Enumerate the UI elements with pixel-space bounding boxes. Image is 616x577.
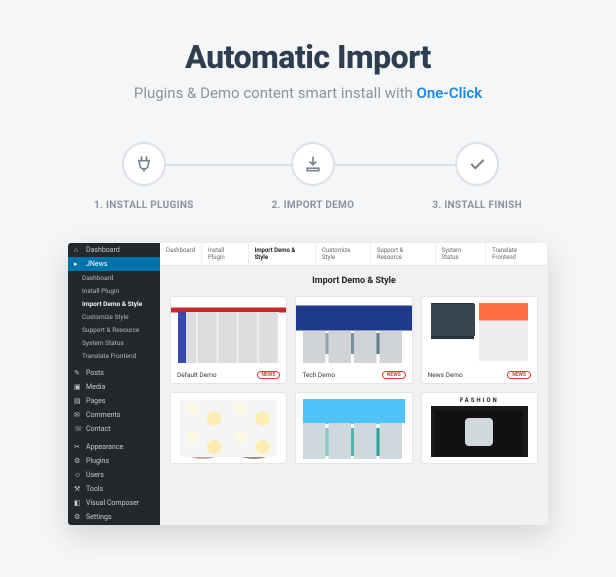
- step-label: 1. INSTALL PLUGINS: [94, 200, 194, 211]
- sidebar-sub-translate[interactable]: Translate Frontend: [68, 349, 160, 362]
- sidebar-sub-import-demo[interactable]: Import Demo & Style: [68, 297, 160, 310]
- demo-thumb: [171, 393, 286, 463]
- sidebar-item-label: Dashboard: [86, 246, 120, 254]
- download-icon: [291, 142, 335, 186]
- media-icon: ▣: [74, 383, 82, 391]
- demo-thumb: [422, 393, 537, 463]
- wp-sidebar: ⌂ Dashboard ▸ JNews Dashboard Install Plug…: [68, 243, 160, 525]
- tab-translate[interactable]: Translate Frontend: [486, 243, 548, 265]
- demo-card-news[interactable]: News Demo NEWS: [421, 296, 538, 384]
- step-install-finish: 3. INSTALL FINISH: [432, 142, 522, 211]
- sidebar-item-label: JNews: [86, 260, 107, 268]
- dashboard-icon: ⌂: [74, 246, 82, 254]
- demo-badge: NEWS: [382, 371, 406, 379]
- plug-icon: [122, 142, 166, 186]
- sidebar-item-jnews[interactable]: ▸ JNews: [68, 257, 160, 271]
- sidebar-item-vc[interactable]: ◧ Visual Composer: [68, 496, 160, 510]
- page-subtitle: Plugins & Demo content smart install wit…: [0, 84, 616, 102]
- demo-card-food[interactable]: [170, 392, 287, 464]
- page-icon: ▤: [74, 397, 82, 405]
- tab-dashboard[interactable]: Dashboard: [160, 243, 202, 265]
- user-icon: ☺: [74, 471, 82, 479]
- sidebar-item-media[interactable]: ▣ Media: [68, 380, 160, 394]
- settings-icon: ⚙: [74, 513, 82, 521]
- sidebar-item-tools[interactable]: ⚒ Tools: [68, 482, 160, 496]
- sidebar-item-comments[interactable]: ✉ Comments: [68, 408, 160, 422]
- wp-content: Dashboard Install Plugin Import Demo & S…: [160, 243, 548, 525]
- wp-tabs: Dashboard Install Plugin Import Demo & S…: [160, 243, 548, 266]
- panel-heading: Import Demo & Style: [160, 266, 548, 296]
- sidebar-item-label: Appearance: [86, 443, 123, 451]
- contact-icon: ☏: [74, 425, 82, 433]
- sidebar-item-label: Plugins: [86, 457, 109, 465]
- demo-card-tech[interactable]: Tech Demo NEWS: [295, 296, 412, 384]
- step-label: 3. INSTALL FINISH: [432, 200, 522, 211]
- sidebar-item-label: Settings: [86, 513, 112, 521]
- steps-row: 1. INSTALL PLUGINS 2. IMPORT DEMO 3. INS…: [0, 142, 616, 211]
- sidebar-item-label: Visual Composer: [86, 499, 139, 507]
- demo-grid: Default Demo NEWS Tech Demo NEWS News Demo…: [160, 296, 548, 474]
- sidebar-item-contact[interactable]: ☏ Contact: [68, 422, 160, 436]
- plugin-icon: ⚙: [74, 457, 82, 465]
- sidebar-sub-support[interactable]: Support & Resource: [68, 323, 160, 336]
- sidebar-sub-dashboard[interactable]: Dashboard: [68, 271, 160, 284]
- demo-thumb: [296, 297, 411, 367]
- tab-system[interactable]: System Status: [436, 243, 487, 265]
- pin-icon: ✎: [74, 369, 82, 377]
- demo-badge: NEWS: [257, 371, 281, 379]
- demo-card-default[interactable]: Default Demo NEWS: [170, 296, 287, 384]
- demo-card-fashion[interactable]: [421, 392, 538, 464]
- sidebar-item-pages[interactable]: ▤ Pages: [68, 394, 160, 408]
- demo-thumb: [422, 297, 537, 367]
- tools-icon: ⚒: [74, 485, 82, 493]
- check-icon: [455, 142, 499, 186]
- step-import-demo: 2. IMPORT DEMO: [272, 142, 355, 211]
- sidebar-item-appearance[interactable]: ✂ Appearance: [68, 440, 160, 454]
- subtitle-accent: One-Click: [417, 84, 483, 102]
- sidebar-item-settings[interactable]: ⚙ Settings: [68, 510, 160, 524]
- sidebar-item-users[interactable]: ☺ Users: [68, 468, 160, 482]
- tab-customize[interactable]: Customize Style: [316, 243, 371, 265]
- theme-icon: ▸: [74, 260, 82, 268]
- sidebar-item-dashboard[interactable]: ⌂ Dashboard: [68, 243, 160, 257]
- demo-card-travel[interactable]: [295, 392, 412, 464]
- tab-import-demo[interactable]: Import Demo & Style: [249, 243, 316, 265]
- sidebar-item-label: Tools: [86, 485, 103, 493]
- step-install-plugins: 1. INSTALL PLUGINS: [94, 142, 194, 211]
- tab-install-plugin[interactable]: Install Plugin: [202, 243, 249, 265]
- demo-thumb: [296, 393, 411, 463]
- sidebar-item-label: Comments: [86, 411, 120, 419]
- sidebar-sub-customize[interactable]: Customize Style: [68, 310, 160, 323]
- demo-name: News Demo: [428, 371, 463, 379]
- vc-icon: ◧: [74, 499, 82, 507]
- sidebar-item-label: Users: [86, 471, 104, 479]
- tab-support[interactable]: Support & Resource: [371, 243, 436, 265]
- sidebar-item-label: Pages: [86, 397, 105, 405]
- sidebar-sub-system[interactable]: System Status: [68, 336, 160, 349]
- sidebar-item-label: Contact: [86, 425, 110, 433]
- demo-name: Tech Demo: [302, 371, 335, 379]
- sidebar-item-plugins[interactable]: ⚙ Plugins: [68, 454, 160, 468]
- comment-icon: ✉: [74, 411, 82, 419]
- demo-thumb: [171, 297, 286, 367]
- subtitle-text: Plugins & Demo content smart install wit…: [134, 84, 417, 102]
- step-label: 2. IMPORT DEMO: [272, 200, 355, 211]
- sidebar-sub-install-plugin[interactable]: Install Plugin: [68, 284, 160, 297]
- appearance-icon: ✂: [74, 443, 82, 451]
- sidebar-item-posts[interactable]: ✎ Posts: [68, 366, 160, 380]
- demo-badge: NEWS: [507, 371, 531, 379]
- admin-panel: ⌂ Dashboard ▸ JNews Dashboard Install Plug…: [68, 243, 548, 525]
- demo-name: Default Demo: [177, 371, 217, 379]
- sidebar-item-label: Media: [86, 383, 105, 391]
- page-title: Automatic Import: [0, 38, 616, 76]
- sidebar-item-label: Posts: [86, 369, 104, 377]
